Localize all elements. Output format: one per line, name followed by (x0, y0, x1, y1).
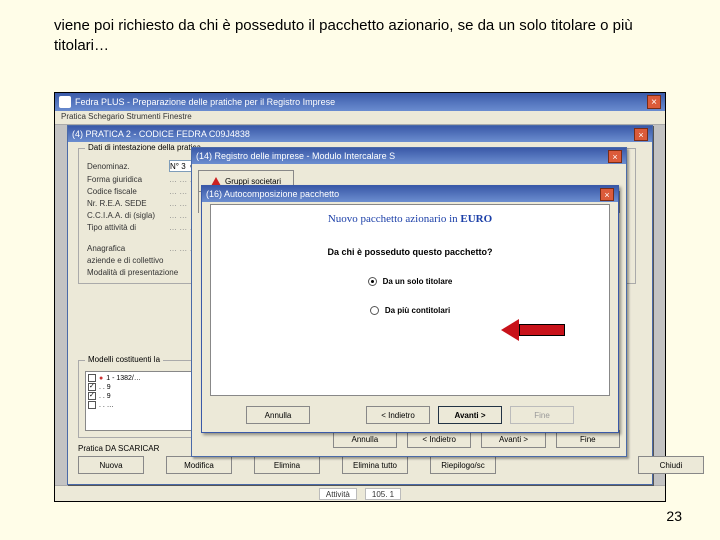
close-icon[interactable]: × (634, 128, 648, 141)
radio-label: Da un solo titolare (383, 277, 453, 286)
indietro-button[interactable]: < Indietro (366, 406, 430, 424)
checkbox[interactable] (88, 374, 96, 382)
close-icon[interactable]: × (600, 188, 614, 201)
checkbox[interactable] (88, 392, 96, 400)
close-icon[interactable]: × (647, 95, 661, 109)
group2-title: Modelli costituenti la (85, 355, 163, 364)
list-item: . . 9 (88, 392, 202, 400)
wizard-title-text: (16) Autocomposizione pacchetto (206, 189, 339, 199)
radio-icon[interactable] (370, 306, 379, 315)
radio-piu-contitolari[interactable]: Da più contitolari (370, 306, 450, 315)
label-cf: Codice fiscale (87, 187, 165, 196)
pratica-scaricare-label: Pratica DA SCARICAR (78, 444, 159, 453)
status-cell-2: 105. 1 (365, 488, 401, 500)
group1-title: Dati di intestazione della pratica (85, 143, 204, 152)
app-titlebar: Fedra PLUS - Preparazione delle pratiche… (55, 93, 665, 111)
arrow-indicator-icon (501, 319, 565, 341)
app-menubar[interactable]: Pratica Schegario Strumenti Finestre (55, 111, 665, 125)
registro-title: (14) Registro delle imprese - Modulo Int… (196, 151, 395, 161)
list-item: . . 9 (88, 383, 202, 391)
label-modalita: Modalità di presentazione (87, 268, 197, 277)
radio-label: Da più contitolari (385, 306, 450, 315)
label-forma: Forma giuridica (87, 175, 165, 184)
status-bar: Attività 105. 1 (55, 485, 665, 501)
modelli-list[interactable]: ●1 - 1382/… . . 9 . . 9 . . … (85, 371, 205, 431)
riepilogo-button[interactable]: Riepilogo/sc (430, 456, 496, 474)
elimina-tutto-button[interactable]: Elimina tutto (342, 456, 408, 474)
modifica-button[interactable]: Modifica (166, 456, 232, 474)
wizard-heading: Nuovo pacchetto azionario in EURO (211, 213, 609, 225)
radio-icon[interactable] (368, 277, 377, 286)
checkbox[interactable] (88, 383, 96, 391)
label-anagrafica: Anagrafica (87, 244, 165, 253)
pratica-titlebar: (4) PRATICA 2 - CODICE FEDRA C09J4838 × (68, 126, 652, 142)
wizard-body: Nuovo pacchetto azionario in EURO Da chi… (210, 204, 610, 396)
label-collettivo: aziende e di collettivo (87, 256, 197, 265)
wizard-titlebar: (16) Autocomposizione pacchetto × (202, 186, 618, 202)
radio-solo-titolare[interactable]: Da un solo titolare (368, 277, 453, 286)
label-denominazione: Denominaz. (87, 162, 165, 171)
annulla-button[interactable]: Annulla (246, 406, 310, 424)
registro-titlebar: (14) Registro delle imprese - Modulo Int… (192, 148, 626, 164)
avanti-button[interactable]: Avanti > (438, 406, 502, 424)
pratica-bottom-buttons: Nuova Modifica Elimina Elimina tutto Rie… (78, 456, 704, 474)
label-rea: Nr. R.E.A. SEDE (87, 199, 165, 208)
list-item: . . … (88, 401, 202, 409)
desktop-area: Fedra PLUS - Preparazione delle pratiche… (54, 92, 666, 502)
status-cell-1: Attività (319, 488, 357, 500)
app-title: Fedra PLUS - Preparazione delle pratiche… (75, 97, 335, 107)
page-number: 23 (666, 508, 682, 524)
label-tipo: Tipo attività di (87, 223, 165, 232)
chiudi-button[interactable]: Chiudi (638, 456, 704, 474)
wizard-question: Da chi è posseduto questo pacchetto? (211, 247, 609, 257)
label-cciaa: C.C.I.A.A. di (sigla) (87, 211, 165, 220)
window-wizard: (16) Autocomposizione pacchetto × Nuovo … (201, 185, 619, 433)
pratica-title: (4) PRATICA 2 - CODICE FEDRA C09J4838 (72, 129, 250, 139)
close-icon[interactable]: × (608, 150, 622, 163)
nuova-button[interactable]: Nuova (78, 456, 144, 474)
slide-caption: viene poi richiesto da chi è posseduto i… (54, 16, 666, 57)
checkbox[interactable] (88, 401, 96, 409)
wizard-buttons: Annulla < Indietro Avanti > Fine (210, 406, 610, 424)
radio-group: Da un solo titolare Da più contitolari (211, 277, 609, 315)
fine-button: Fine (510, 406, 574, 424)
app-icon (59, 96, 71, 108)
list-item: ●1 - 1382/… (88, 374, 202, 382)
elimina-button[interactable]: Elimina (254, 456, 320, 474)
